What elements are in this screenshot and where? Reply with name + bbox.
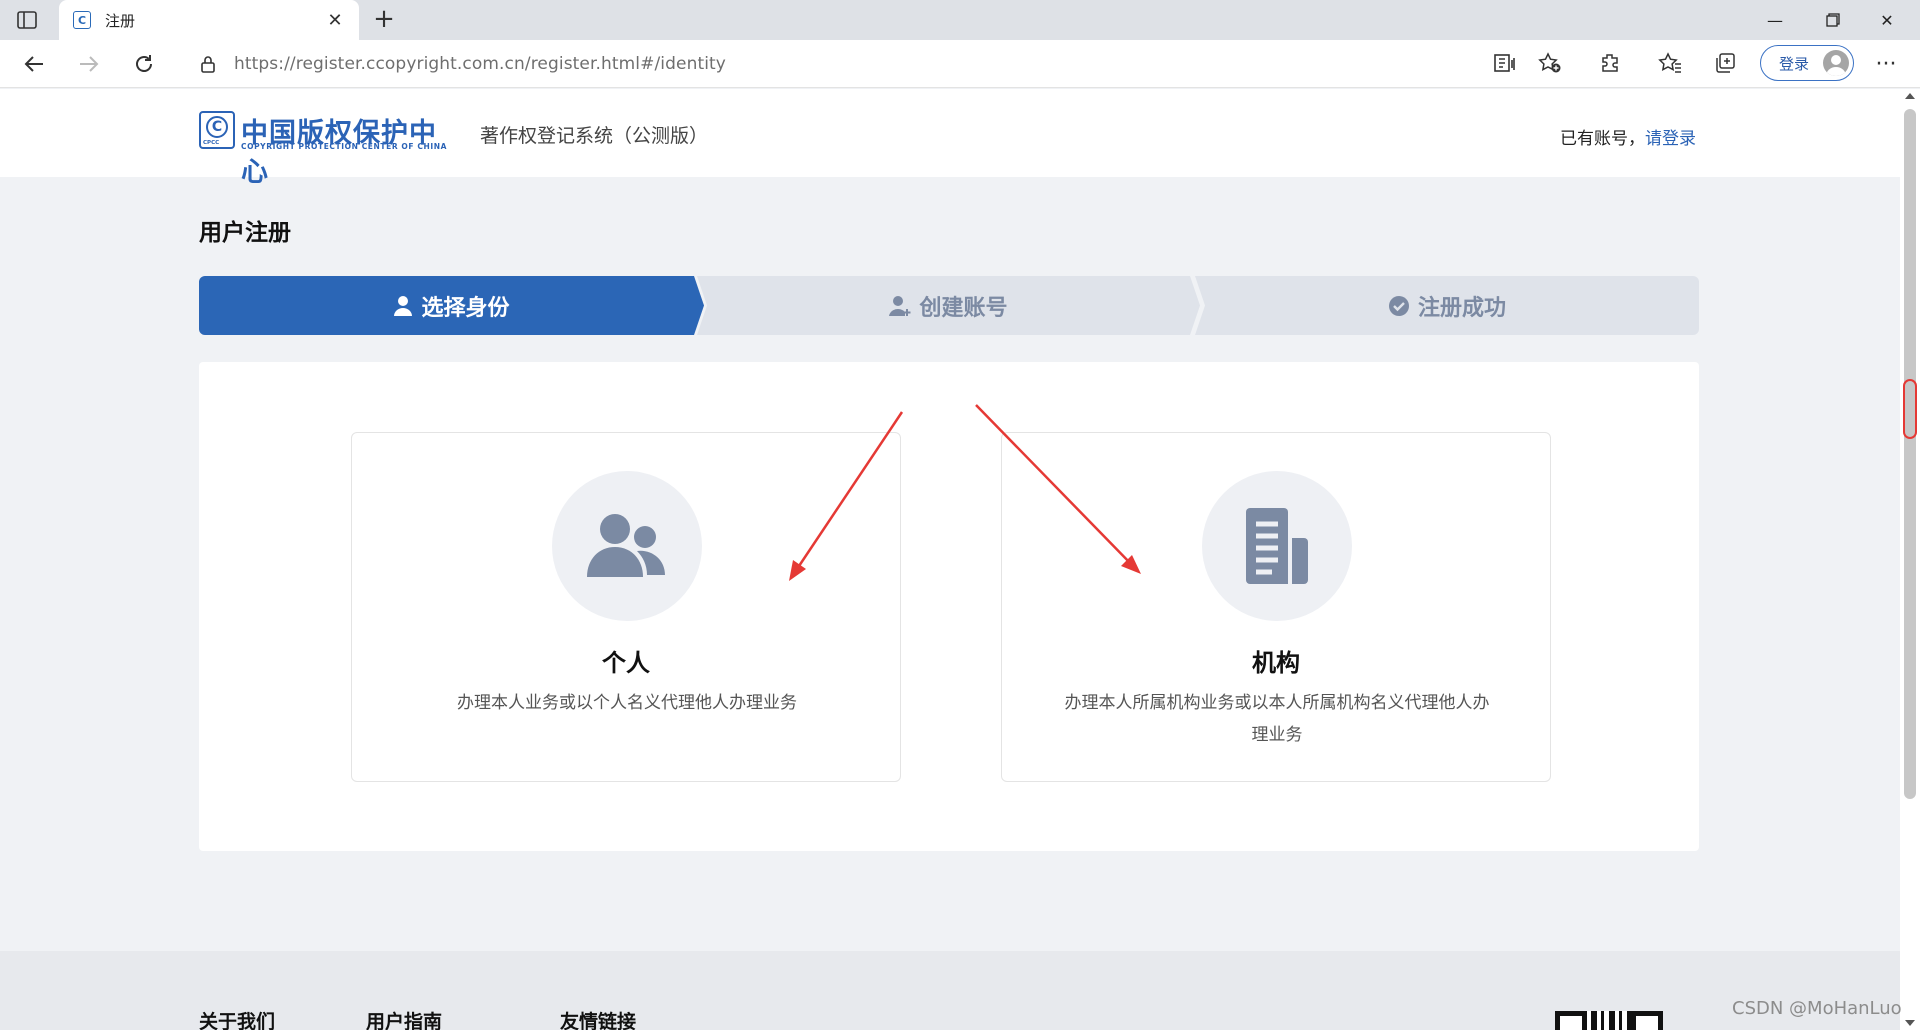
close-window-button[interactable]: ✕: [1864, 0, 1910, 40]
site-footer: 关于我们 用户指南 友情链接: [0, 951, 1900, 1030]
user-add-icon: [889, 295, 911, 317]
footer-link-guide[interactable]: 用户指南: [366, 1007, 442, 1030]
add-favorite-icon[interactable]: [1535, 48, 1565, 78]
more-menu-icon[interactable]: ···: [1870, 48, 1902, 80]
address-bar[interactable]: https://register.ccopyright.com.cn/regis…: [180, 46, 1576, 82]
copyright-logo-icon: C CPCC: [199, 111, 235, 149]
card-description: 办理本人业务或以个人名义代理他人办理业务: [457, 693, 797, 713]
check-circle-icon: [1388, 295, 1410, 317]
page-title: 用户注册: [199, 220, 291, 246]
people-icon: [552, 471, 702, 621]
restore-button[interactable]: [1810, 0, 1856, 40]
step-create-account: 创建账号: [697, 276, 1200, 335]
profile-login-label: 登录: [1779, 54, 1810, 73]
card-title: 机构: [1252, 649, 1300, 677]
site-header: C CPCC 中国版权保护中心 COPYRIGHT PROTECTION CEN…: [0, 89, 1900, 188]
user-icon: [393, 295, 413, 317]
step-label: 创建账号: [919, 295, 1008, 321]
avatar: [1823, 50, 1849, 76]
scroll-annotation-marker: [1903, 379, 1917, 439]
minimize-button[interactable]: —: [1752, 0, 1798, 40]
browser-tab-active[interactable]: C 注册 ✕: [59, 0, 359, 40]
forward-button[interactable]: [73, 48, 105, 80]
footer-link-about[interactable]: 关于我们: [199, 1007, 275, 1030]
identity-card-personal[interactable]: 个人 办理本人业务或以个人名义代理他人办理业务: [351, 432, 901, 782]
card-description: 办理本人所属机构业务或以本人所属机构名义代理他人办理业务: [1064, 693, 1490, 745]
extensions-icon[interactable]: [1595, 48, 1625, 78]
card-title: 个人: [602, 649, 650, 677]
site-favicon-icon: C: [73, 11, 91, 29]
registration-steps: 选择身份 创建账号 注册成功: [199, 276, 1699, 335]
read-aloud-icon[interactable]: [1490, 48, 1520, 78]
step-register-success: 注册成功: [1195, 276, 1699, 335]
scroll-thumb[interactable]: [1904, 109, 1916, 799]
identity-panel: 个人 办理本人业务或以个人名义代理他人办理业务 机构 办理本人所属机构业务或以本…: [199, 362, 1699, 851]
tab-actions-icon[interactable]: [16, 10, 38, 30]
collections-icon[interactable]: [1710, 48, 1740, 78]
has-account-text: 已有账号，请登录: [1560, 129, 1696, 149]
new-tab-button[interactable]: +: [370, 6, 398, 34]
step-select-identity: 选择身份: [199, 276, 704, 335]
page-scrollbar[interactable]: [1900, 89, 1920, 1030]
lock-icon[interactable]: [198, 54, 218, 74]
system-name: 著作权登记系统（公测版）: [480, 125, 709, 147]
csdn-watermark: CSDN @MoHanLuo: [1732, 998, 1902, 1019]
browser-toolbar: https://register.ccopyright.com.cn/regis…: [0, 40, 1920, 88]
login-link[interactable]: 请登录: [1645, 129, 1696, 149]
footer-link-friends[interactable]: 友情链接: [560, 1007, 636, 1030]
url-text: https://register.ccopyright.com.cn/regis…: [234, 54, 726, 74]
step-label: 选择身份: [421, 295, 510, 321]
qr-code-icon: [1555, 1011, 1663, 1030]
url-path: /register.html#/identity: [524, 54, 726, 74]
favorites-icon[interactable]: [1655, 48, 1685, 78]
scroll-up-icon[interactable]: [1905, 93, 1915, 99]
url-host: https://register.ccopyright.com.cn: [234, 54, 525, 74]
scroll-down-icon[interactable]: [1905, 1020, 1915, 1026]
back-button[interactable]: [18, 48, 50, 80]
browser-tab-bar: C 注册 ✕ + — ✕: [0, 0, 1920, 40]
tab-close-icon[interactable]: ✕: [325, 10, 345, 31]
cpcc-logo[interactable]: C CPCC 中国版权保护中心 COPYRIGHT PROTECTION CEN…: [199, 111, 459, 188]
step-label: 注册成功: [1417, 295, 1506, 321]
identity-card-organization[interactable]: 机构 办理本人所属机构业务或以本人所属机构名义代理他人办理业务: [1001, 432, 1551, 782]
profile-login-button[interactable]: 登录: [1760, 45, 1854, 81]
refresh-button[interactable]: [128, 48, 160, 80]
logo-english-text: COPYRIGHT PROTECTION CENTER OF CHINA: [241, 142, 447, 151]
building-icon: [1202, 471, 1352, 621]
tab-title: 注册: [105, 11, 136, 30]
